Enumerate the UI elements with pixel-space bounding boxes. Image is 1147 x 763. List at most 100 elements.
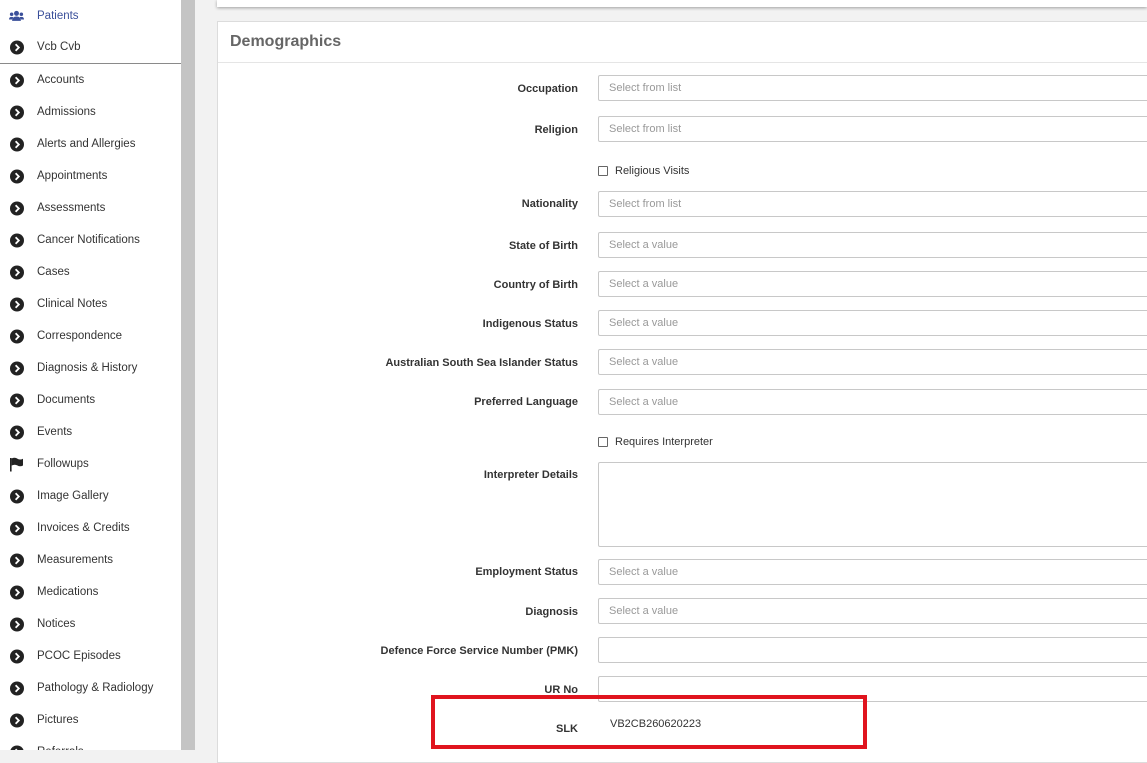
occupation-placeholder: Select from list [609, 82, 682, 94]
sidebar-item-label: Image Gallery [37, 490, 109, 502]
assi-status-select[interactable]: Select a value [598, 349, 1147, 375]
sidebar-item-label: Pictures [37, 714, 79, 726]
requires-interpreter-checkbox[interactable]: Requires Interpreter [598, 436, 713, 448]
diagnosis-select[interactable]: Select a value [598, 598, 1147, 624]
users-icon [9, 9, 24, 24]
sidebar-item[interactable]: Referrals [0, 736, 181, 750]
employment-status-placeholder: Select a value [609, 566, 679, 578]
checkbox-box[interactable] [598, 437, 608, 447]
sidebar-item[interactable]: Assessments [0, 192, 181, 224]
sidebar-item-label: Invoices & Credits [37, 522, 130, 534]
sidebar-item-label: Assessments [37, 202, 106, 214]
ur-no-input[interactable] [598, 676, 1147, 702]
sidebar-item-label: Cases [37, 266, 70, 278]
sidebar-item[interactable]: Appointments [0, 160, 181, 192]
sidebar-item[interactable]: Pathology & Radiology [0, 672, 181, 704]
country-of-birth-label: Country of Birth [493, 279, 578, 291]
sidebar-item-label: Clinical Notes [37, 298, 108, 310]
interpreter-details-label: Interpreter Details [483, 469, 578, 481]
panel-title: Demographics [230, 33, 342, 50]
sidebar-item-label: Events [37, 426, 73, 438]
sidebar-item-label: Admissions [37, 106, 96, 118]
sidebar-item[interactable]: Measurements [0, 544, 181, 576]
country-of-birth-placeholder: Select a value [609, 278, 679, 290]
chevron-circle-icon [9, 553, 24, 568]
sidebar-item-label: Pathology & Radiology [37, 682, 154, 694]
defence-number-input[interactable] [598, 637, 1147, 663]
defence-number-label: Defence Force Service Number (PMK) [380, 645, 578, 657]
country-of-birth-select[interactable]: Select a value [598, 271, 1147, 297]
sidebar-item[interactable]: Alerts and Allergies [0, 128, 181, 160]
occupation-select[interactable]: Select from list [598, 75, 1147, 101]
sidebar-item[interactable]: Cancer Notifications [0, 224, 181, 256]
sidebar-item-label: Appointments [37, 170, 108, 182]
sidebar-item-label: Referrals [37, 746, 84, 750]
demographics-panel: Demographics Occupation Select from list… [217, 21, 1147, 763]
requires-interpreter-label: Requires Interpreter [615, 436, 713, 448]
chevron-circle-icon [9, 425, 24, 440]
sidebar-item[interactable]: Documents [0, 384, 181, 416]
sidebar-item[interactable]: Invoices & Credits [0, 512, 181, 544]
indigenous-status-select[interactable]: Select a value [598, 310, 1147, 336]
preferred-language-placeholder: Select a value [609, 396, 679, 408]
chevron-circle-icon [9, 73, 24, 88]
chevron-circle-icon [9, 489, 24, 504]
nationality-select[interactable]: Select from list [598, 191, 1147, 217]
indigenous-status-placeholder: Select a value [609, 317, 679, 329]
diagnosis-placeholder: Select a value [609, 605, 679, 617]
sidebar-item-label: Followups [37, 458, 89, 470]
sidebar-item-label: Documents [37, 394, 96, 406]
sidebar-item[interactable]: Pictures [0, 704, 181, 736]
chevron-circle-icon [9, 585, 24, 600]
slk-label: SLK [556, 723, 578, 735]
chevron-circle-icon [9, 393, 24, 408]
sidebar-item[interactable]: Diagnosis & History [0, 352, 181, 384]
sidebar-item-label: Patients [37, 10, 79, 22]
sidebar-item-vcb[interactable]: Vcb Cvb [0, 31, 181, 63]
chevron-circle-icon [9, 40, 24, 55]
sidebar-item-label: Vcb Cvb [37, 41, 81, 53]
sidebar-item[interactable]: Events [0, 416, 181, 448]
sidebar-item-label: Notices [37, 618, 76, 630]
flag-icon [9, 457, 24, 472]
employment-status-select[interactable]: Select a value [598, 559, 1147, 585]
sidebar-item-label: Accounts [37, 74, 85, 86]
panel-header: Demographics [218, 22, 1147, 63]
sidebar: Patients Vcb Cvb Accounts Admissions Alert… [0, 0, 181, 750]
chevron-circle-icon [9, 233, 24, 248]
sidebar-scrollbar[interactable] [181, 0, 195, 750]
chevron-circle-icon [9, 297, 24, 312]
sidebar-item[interactable]: Image Gallery [0, 480, 181, 512]
religious-visits-checkbox[interactable]: Religious Visits [598, 165, 689, 177]
assi-status-placeholder: Select a value [609, 356, 679, 368]
indigenous-status-label: Indigenous Status [482, 318, 578, 330]
preferred-language-select[interactable]: Select a value [598, 389, 1147, 415]
employment-status-label: Employment Status [475, 566, 578, 578]
sidebar-item[interactable]: Correspondence [0, 320, 181, 352]
assi-status-label: Australian South Sea Islander Status [385, 357, 578, 369]
ur-no-label: UR No [544, 684, 578, 696]
state-of-birth-placeholder: Select a value [609, 239, 679, 251]
sidebar-item[interactable]: Medications [0, 576, 181, 608]
preferred-language-label: Preferred Language [474, 396, 578, 408]
checkbox-box[interactable] [598, 166, 608, 176]
sidebar-item-label: Cancer Notifications [37, 234, 140, 246]
religion-select[interactable]: Select from list [598, 116, 1147, 142]
interpreter-details-textarea[interactable] [598, 462, 1147, 547]
chevron-circle-icon [9, 137, 24, 152]
religion-placeholder: Select from list [609, 123, 682, 135]
sidebar-item[interactable]: Followups [0, 448, 181, 480]
sidebar-item[interactable]: Notices [0, 608, 181, 640]
state-of-birth-label: State of Birth [508, 240, 578, 252]
chevron-circle-icon [9, 329, 24, 344]
sidebar-item-label: Measurements [37, 554, 114, 566]
sidebar-item[interactable]: PCOC Episodes [0, 640, 181, 672]
chevron-circle-icon [9, 361, 24, 376]
religious-visits-label: Religious Visits [615, 165, 690, 177]
sidebar-item[interactable]: Admissions [0, 96, 181, 128]
sidebar-item[interactable]: Cases [0, 256, 181, 288]
sidebar-item-patients[interactable]: Patients [0, 0, 181, 32]
sidebar-item[interactable]: Accounts [0, 64, 181, 96]
sidebar-item[interactable]: Clinical Notes [0, 288, 181, 320]
state-of-birth-select[interactable]: Select a value [598, 232, 1147, 258]
